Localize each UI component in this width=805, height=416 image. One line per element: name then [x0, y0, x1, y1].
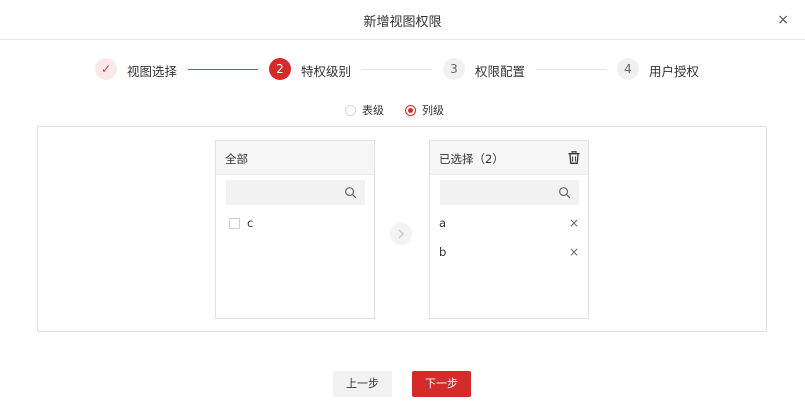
step-1-check-icon: ✓ — [95, 58, 117, 80]
step-1-label: 视图选择 — [127, 64, 178, 79]
selected-search-input[interactable] — [440, 180, 555, 205]
source-panel-title: 全部 — [216, 141, 374, 175]
radio-circle-selected — [405, 104, 416, 116]
remove-item-icon[interactable]: × — [569, 245, 579, 259]
dialog-header: 新增视图权限 × — [0, 0, 805, 40]
step-connector-3 — [536, 69, 606, 70]
stepper: ✓ 视图选择 2 特权级别 3 权限配置 4 用户授权 — [0, 58, 805, 82]
radio-circle — [345, 104, 356, 116]
list-item-label: c — [247, 216, 254, 230]
source-search-input[interactable] — [226, 180, 341, 205]
level-radio-group: 表级 列级 — [0, 101, 805, 117]
close-icon[interactable]: × — [777, 11, 789, 29]
step-4-number: 4 — [617, 58, 639, 80]
dialog-title: 新增视图权限 — [363, 15, 442, 30]
step-2-label: 特权级别 — [301, 64, 352, 79]
selected-panel-title: 已选择（2） — [439, 152, 504, 166]
step-3-label: 权限配置 — [475, 64, 526, 79]
selected-panel: 已选择（2） a × b × — [429, 140, 589, 319]
previous-step-button[interactable]: 上一步 — [333, 371, 392, 397]
list-item[interactable]: c — [229, 216, 253, 230]
checkbox[interactable] — [229, 217, 240, 229]
list-item-label: b — [439, 245, 447, 259]
step-connector-2 — [362, 69, 432, 70]
next-step-button[interactable]: 下一步 — [412, 371, 471, 397]
list-item: b — [439, 245, 446, 259]
step-3-number: 3 — [443, 58, 465, 80]
selected-search — [440, 180, 579, 205]
list-item: a — [439, 216, 446, 230]
dialog: 新增视图权限 × ✓ 视图选择 2 特权级别 3 权限配置 4 用户授权 表级 … — [0, 0, 805, 416]
step-connector-1 — [188, 69, 258, 70]
step-2-number: 2 — [269, 58, 291, 80]
radio-label: 表级 — [362, 104, 384, 117]
radio-column-level[interactable]: 列级 — [405, 102, 444, 118]
search-icon[interactable] — [344, 186, 357, 199]
source-panel: 全部 c — [215, 140, 375, 319]
step-4-label: 用户授权 — [649, 64, 700, 79]
list-item-label: a — [439, 216, 447, 230]
move-right-button[interactable] — [390, 223, 412, 245]
chevron-right-icon — [398, 229, 404, 239]
radio-table-level[interactable]: 表级 — [345, 102, 384, 118]
remove-item-icon[interactable]: × — [569, 216, 579, 230]
source-search — [226, 180, 365, 205]
trash-icon[interactable] — [568, 151, 580, 164]
radio-label: 列级 — [422, 104, 444, 117]
search-icon[interactable] — [558, 186, 571, 199]
selected-panel-header: 已选择（2） — [430, 141, 588, 175]
